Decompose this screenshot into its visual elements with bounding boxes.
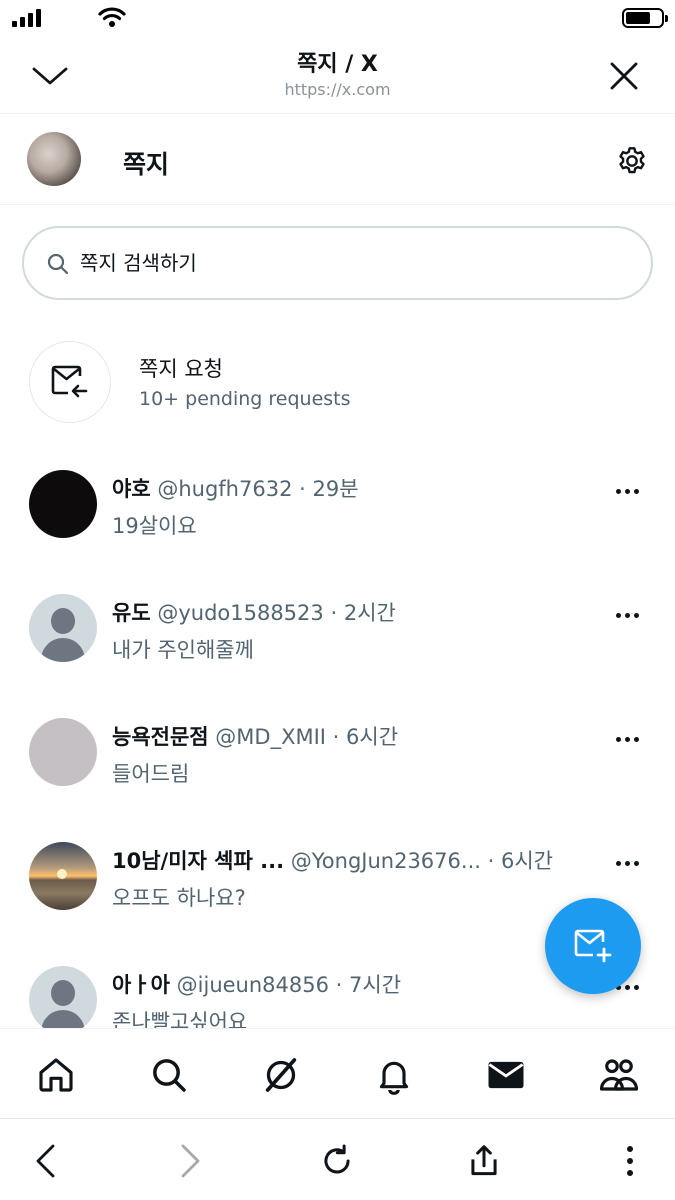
conversation-time: 2시간	[343, 601, 396, 625]
avatar[interactable]	[29, 842, 97, 910]
bottom-nav	[0, 1028, 675, 1118]
close-icon[interactable]	[604, 56, 644, 96]
conversation-handle: @MD_XMII	[215, 725, 326, 749]
list-item[interactable]: 야호 @hugfh7632 · 29분 19살이요	[0, 470, 675, 590]
requests-subtitle: 10+ pending requests	[139, 388, 351, 410]
communities-icon[interactable]	[597, 1053, 641, 1097]
battery-icon	[622, 8, 668, 28]
signal-icon	[12, 9, 41, 27]
messages-icon[interactable]	[484, 1053, 528, 1097]
conversation-handle: @ijueun84856	[176, 973, 329, 997]
separator: ·	[330, 601, 338, 625]
conversation-preview: 오프도 하나요?	[112, 886, 246, 910]
avatar[interactable]	[29, 594, 97, 662]
search-input[interactable]	[80, 244, 620, 282]
gear-icon[interactable]	[614, 143, 650, 179]
wifi-icon	[98, 6, 126, 32]
more-icon[interactable]	[608, 1139, 652, 1183]
conversation-time: 29분	[312, 477, 359, 501]
browser-url[interactable]: https://x.com	[0, 80, 675, 99]
conversation-preview: 들어드림	[112, 762, 190, 786]
requests-title: 쪽지 요청	[139, 357, 223, 381]
message-request-icon	[29, 341, 111, 423]
separator: ·	[299, 477, 306, 501]
avatar[interactable]	[29, 966, 97, 1034]
conversation-handle: @yudo1588523	[157, 601, 324, 625]
browser-header: 쪽지 / X https://x.com	[0, 36, 675, 114]
notifications-icon[interactable]	[372, 1053, 416, 1097]
browser-toolbar	[0, 1118, 675, 1200]
more-icon[interactable]	[616, 608, 646, 622]
separator: ·	[335, 973, 343, 997]
more-icon[interactable]	[616, 484, 646, 498]
separator: ·	[487, 849, 495, 873]
conversation-handle: @hugfh7632	[157, 477, 293, 501]
avatar[interactable]	[29, 470, 97, 538]
more-icon[interactable]	[616, 856, 646, 870]
avatar[interactable]	[29, 718, 97, 786]
list-item[interactable]: 능욕전문점 @MD_XMII · 6시간 들어드림	[0, 718, 675, 838]
grok-icon[interactable]	[259, 1053, 303, 1097]
avatar[interactable]	[27, 132, 81, 186]
conversation-handle: @YongJun23676...	[290, 849, 481, 873]
status-bar	[0, 0, 675, 36]
list-item[interactable]: 유도 @yudo1588523 · 2시간 내가 주인해줄께	[0, 594, 675, 714]
search-icon[interactable]	[147, 1053, 191, 1097]
page-title: 쪽지	[123, 150, 170, 179]
conversation-time: 6시간	[500, 849, 553, 873]
home-icon[interactable]	[34, 1053, 78, 1097]
new-message-icon	[574, 929, 612, 963]
conversation-name: 야호	[112, 477, 151, 501]
separator: ·	[332, 725, 340, 749]
browser-title: 쪽지 / X	[297, 52, 378, 77]
back-icon[interactable]	[24, 1139, 68, 1183]
search-icon	[46, 252, 70, 280]
search-bar[interactable]	[22, 226, 653, 300]
reload-icon[interactable]	[315, 1139, 359, 1183]
conversation-preview: 19살이요	[112, 514, 197, 538]
new-message-button[interactable]	[545, 898, 641, 994]
conversation-time: 6시간	[346, 725, 399, 749]
conversation-name: 유도	[112, 601, 151, 625]
conversation-name: 10남/미자 섹파 ...	[112, 849, 285, 873]
message-requests[interactable]: 쪽지 요청 10+ pending requests	[0, 330, 675, 435]
conversation-preview: 내가 주인해줄께	[112, 638, 254, 662]
page-header: 쪽지	[0, 115, 675, 205]
conversation-time: 7시간	[349, 973, 402, 997]
conversation-name: 아ㅏ아	[112, 973, 170, 997]
share-icon[interactable]	[462, 1139, 506, 1183]
more-icon[interactable]	[616, 732, 646, 746]
forward-icon[interactable]	[168, 1139, 212, 1183]
conversation-name: 능욕전문점	[112, 725, 209, 749]
